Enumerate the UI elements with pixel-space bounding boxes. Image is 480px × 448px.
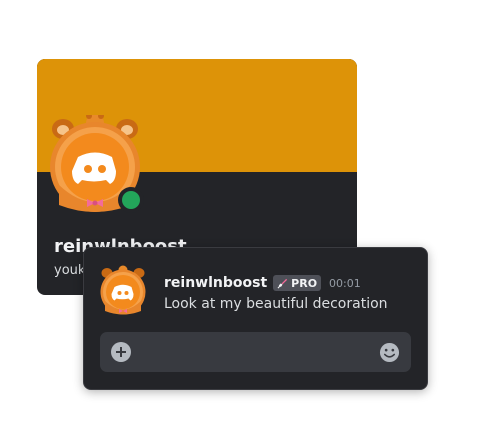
profile-username: youk (54, 263, 86, 278)
plus-circle-icon[interactable] (111, 342, 131, 362)
pro-badge: PRO (273, 275, 322, 291)
message-timestamp: 00:01 (329, 276, 361, 290)
message-author[interactable]: reinwlnboost (164, 275, 267, 291)
message-preview-card: reinwlnboost PRO 00:01 Look at my beauti… (83, 247, 428, 390)
pro-badge-label: PRO (291, 276, 318, 290)
profile-avatar[interactable] (45, 115, 145, 215)
message-text: Look at my beautiful decoration (164, 296, 388, 312)
message-avatar[interactable] (98, 265, 148, 317)
emoji-icon[interactable] (379, 342, 400, 363)
online-status-icon (118, 187, 144, 213)
bear-decoration-icon (100, 265, 146, 315)
chat-input[interactable] (100, 332, 411, 372)
message-header: reinwlnboost PRO 00:01 (164, 273, 361, 293)
rocket-icon (277, 278, 288, 288)
